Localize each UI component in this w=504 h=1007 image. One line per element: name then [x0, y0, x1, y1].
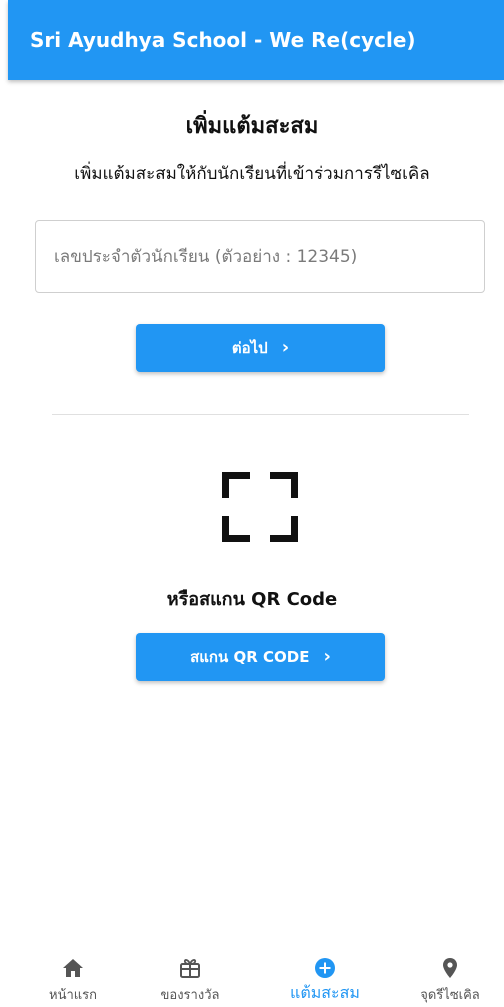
add-circle-icon	[315, 958, 335, 978]
gift-icon	[180, 959, 200, 978]
nav-item-points[interactable]: แต้มสะสม	[270, 948, 380, 1007]
app-bar: Sri Ayudhya School - We Re(cycle)	[8, 0, 504, 80]
nav-item-recycle-spots[interactable]: จุดรีไซเคิล	[396, 948, 504, 1007]
bottom-navigation: หน้าแรก ของรางวัล แต้มสะสม จุดรีไซเคิล	[0, 948, 504, 1007]
app-title: Sri Ayudhya School - We Re(cycle)	[30, 28, 416, 52]
location-pin-icon	[443, 958, 457, 978]
qr-scan-frame-icon	[222, 472, 298, 542]
page-title: เพิ่มแต้มสะสม	[185, 114, 319, 139]
home-icon	[63, 959, 83, 977]
next-button[interactable]: ต่อไป ›	[136, 324, 385, 372]
nav-item-rewards[interactable]: ของรางวัล	[140, 948, 240, 1007]
next-button-label: ต่อไป	[231, 339, 268, 357]
scan-qr-button[interactable]: สแกน QR CODE ›	[136, 633, 385, 681]
nav-item-label: ของรางวัล	[160, 988, 220, 1003]
student-id-input[interactable]	[35, 220, 485, 293]
nav-item-home[interactable]: หน้าแรก	[28, 948, 118, 1007]
nav-item-label: หน้าแรก	[49, 988, 97, 1003]
divider	[52, 414, 469, 415]
chevron-right-icon: ›	[323, 646, 331, 667]
scan-qr-button-label: สแกน QR CODE	[190, 648, 310, 666]
page-subtitle: เพิ่มแต้มสะสมให้กับนักเรียนที่เข้าร่วมกา…	[74, 164, 430, 184]
nav-item-label: จุดรีไซเคิล	[420, 988, 480, 1003]
nav-item-label: แต้มสะสม	[290, 983, 360, 1002]
chevron-right-icon: ›	[281, 337, 290, 358]
qr-scan-label: หรือสแกน QR Code	[166, 589, 338, 610]
